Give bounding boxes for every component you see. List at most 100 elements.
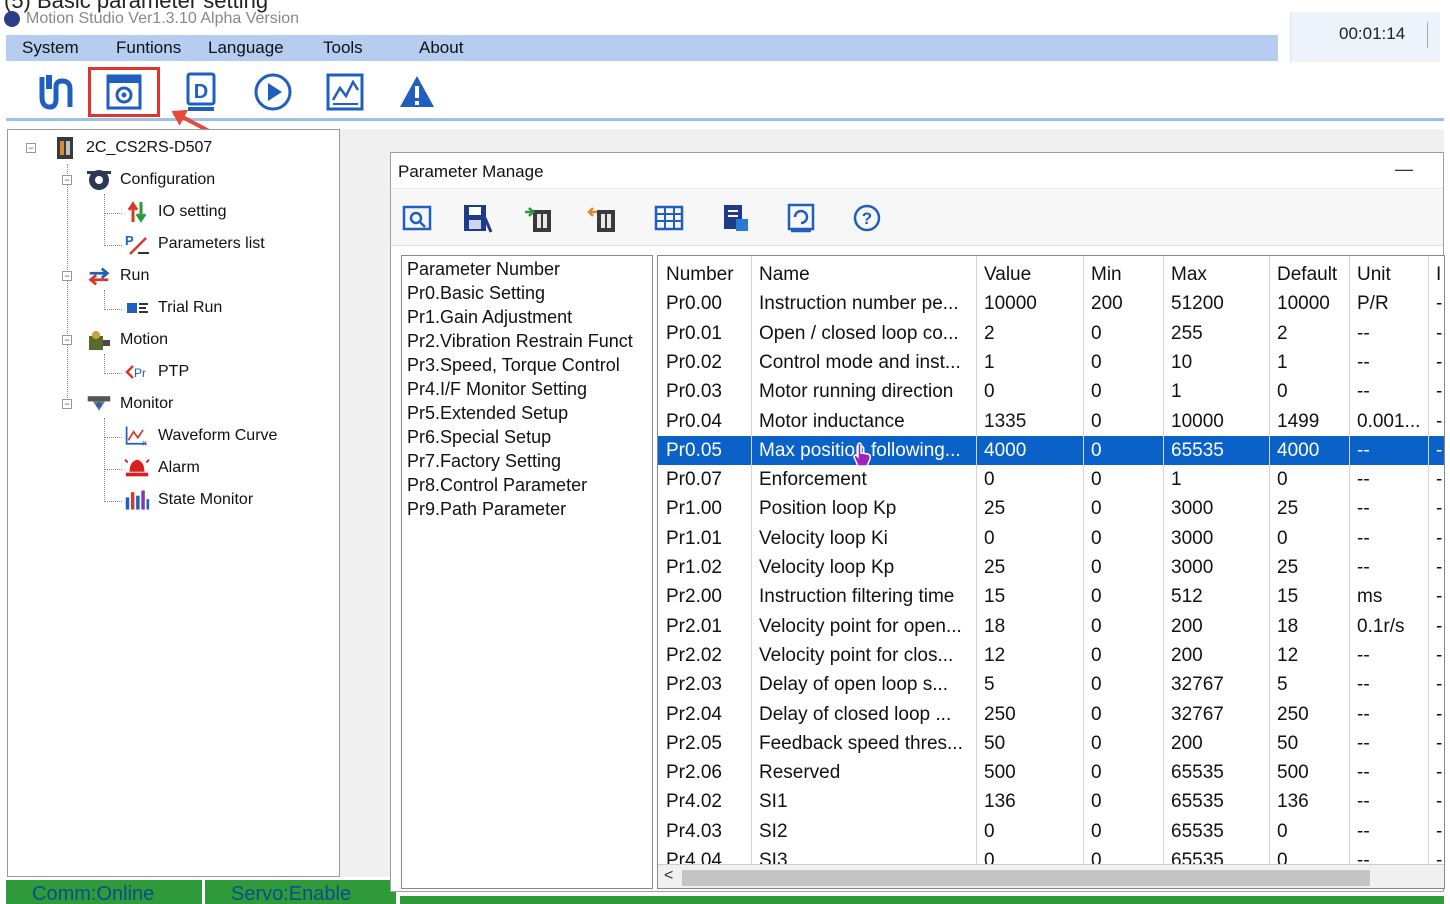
tree-item-motion[interactable]: Motion xyxy=(86,328,168,352)
group-item-pr8[interactable]: Pr8.Control Parameter xyxy=(407,475,587,496)
column-header-unit[interactable]: Unit xyxy=(1349,260,1428,289)
group-item-pr4[interactable]: Pr4.I/F Monitor Setting xyxy=(407,379,587,400)
column-header-default[interactable]: Default xyxy=(1269,260,1349,289)
table-cell-value[interactable]: 1335 xyxy=(976,407,1083,436)
group-item-pr2[interactable]: Pr2.Vibration Restrain Funct xyxy=(407,331,633,352)
upload-button[interactable] xyxy=(521,200,557,236)
table-cell-value[interactable]: 0 xyxy=(976,377,1083,406)
parameter-table[interactable]: Number Name Value Min Max Default Unit I Pr0.00 I… xyxy=(657,255,1445,889)
table-cell-value[interactable]: 500 xyxy=(976,758,1083,787)
group-item-pr5[interactable]: Pr5.Extended Setup xyxy=(407,403,568,424)
group-item-pr7[interactable]: Pr7.Factory Setting xyxy=(407,451,561,472)
table-cell-value[interactable]: 15 xyxy=(976,582,1083,611)
table-cell-extra: - xyxy=(1436,703,1443,725)
table-cell-unit: ms xyxy=(1357,586,1383,608)
tree-item-io-setting[interactable]: IO setting xyxy=(124,200,226,224)
group-item-pr6[interactable]: Pr6.Special Setup xyxy=(407,427,551,448)
tree-item-ptp[interactable]: Pr PTP xyxy=(124,360,189,384)
table-cell-value[interactable]: 25 xyxy=(976,553,1083,582)
parameter-group-list[interactable]: Parameter Number Pr0.Basic Setting Pr1.G… xyxy=(401,255,653,889)
table-cell-name: Open / closed loop co... xyxy=(759,322,959,344)
menu-tools[interactable]: Tools xyxy=(323,38,363,58)
open-file-icon xyxy=(402,205,432,231)
tree-item-monitor[interactable]: Monitor xyxy=(86,392,173,416)
column-header-min[interactable]: Min xyxy=(1083,260,1163,289)
table-cell-extra: - xyxy=(1436,557,1443,578)
table-cell-value[interactable]: 10000 xyxy=(976,289,1083,318)
tree-item-waveform-curve[interactable]: x Waveform Curve xyxy=(124,424,277,448)
table-cell-value[interactable]: 250 xyxy=(976,700,1083,729)
table-cell-value[interactable]: 4000 xyxy=(976,436,1083,465)
restore-button[interactable] xyxy=(783,200,819,236)
waveform-chart-button[interactable] xyxy=(322,69,368,115)
table-cell-number: Pr4.03 xyxy=(666,820,722,842)
table-cell-value[interactable]: 0 xyxy=(976,817,1083,846)
table-cell-value[interactable]: 2 xyxy=(976,319,1083,348)
table-cell-max: 200 xyxy=(1171,644,1203,666)
menu-about[interactable]: About xyxy=(419,38,463,58)
tree-item-parameters-list[interactable]: P Parameters list xyxy=(124,232,265,256)
horizontal-scrollbar[interactable]: < xyxy=(658,864,1444,888)
column-header-max[interactable]: Max xyxy=(1163,260,1269,289)
column-header-number[interactable]: Number xyxy=(658,260,751,289)
menu-language[interactable]: Language xyxy=(208,38,284,58)
motion-expander[interactable]: − xyxy=(62,335,72,345)
tree-item-configuration[interactable]: Configuration xyxy=(86,168,215,192)
table-cell-value[interactable]: 12 xyxy=(976,641,1083,670)
tree-item-state-monitor[interactable]: State Monitor xyxy=(124,488,253,512)
table-cell-number: Pr1.02 xyxy=(666,557,722,578)
save-button[interactable] xyxy=(459,200,495,236)
table-cell-default: 1499 xyxy=(1277,410,1320,432)
open-file-button[interactable] xyxy=(399,200,435,236)
download-button[interactable] xyxy=(585,200,621,236)
table-cell-extra: - xyxy=(1436,439,1443,461)
table-cell-extra: - xyxy=(1436,791,1443,813)
help-button[interactable]: ? xyxy=(849,200,885,236)
tree-root-device[interactable]: 2C_CS2RS-D507 xyxy=(52,136,212,160)
table-cell-max: 3000 xyxy=(1171,498,1214,520)
table-cell-value[interactable]: 0 xyxy=(976,465,1083,494)
root-expander[interactable]: − xyxy=(26,143,36,153)
tree-item-alarm[interactable]: Alarm xyxy=(124,456,200,480)
column-header-name[interactable]: Name xyxy=(751,260,976,289)
table-cell-unit: -- xyxy=(1357,381,1370,403)
group-item-pr1[interactable]: Pr1.Gain Adjustment xyxy=(407,307,572,328)
group-item-pr9[interactable]: Pr9.Path Parameter xyxy=(407,499,566,520)
run-expander[interactable]: − xyxy=(62,271,72,281)
minimize-button[interactable]: — xyxy=(1395,159,1413,180)
table-cell-name: Motor inductance xyxy=(759,410,905,432)
tree-item-run[interactable]: Run xyxy=(86,264,149,288)
table-cell-value[interactable]: 18 xyxy=(976,612,1083,641)
menu-system[interactable]: System xyxy=(22,38,79,58)
group-item-pr0[interactable]: Pr0.Basic Setting xyxy=(407,283,545,304)
table-button[interactable] xyxy=(651,200,687,236)
table-cell-number: Pr2.03 xyxy=(666,674,722,696)
export-button[interactable] xyxy=(717,200,753,236)
table-cell-max: 1 xyxy=(1171,381,1182,403)
help-icon: ? xyxy=(853,204,881,232)
table-cell-value[interactable]: 1 xyxy=(976,348,1083,377)
alarm-warning-button[interactable] xyxy=(394,69,440,115)
table-cell-value[interactable]: 5 xyxy=(976,670,1083,699)
run-play-button[interactable] xyxy=(250,69,296,115)
scroll-left-button[interactable]: < xyxy=(664,867,673,885)
table-cell-value[interactable]: 50 xyxy=(976,729,1083,758)
parameter-manage-button[interactable] xyxy=(88,67,160,117)
restore-icon xyxy=(787,203,815,233)
monitor-expander[interactable]: − xyxy=(62,399,72,409)
table-cell-value[interactable]: 0 xyxy=(976,524,1083,553)
column-header-value[interactable]: Value xyxy=(976,260,1083,289)
svg-text:?: ? xyxy=(862,209,872,228)
menu-functions[interactable]: Funtions xyxy=(116,38,181,58)
column-header-extra[interactable]: I xyxy=(1428,260,1444,289)
table-cell-value[interactable]: 25 xyxy=(976,494,1083,523)
state-monitor-bars-icon xyxy=(124,488,150,512)
tree-item-label: Run xyxy=(120,267,150,284)
table-cell-value[interactable]: 136 xyxy=(976,787,1083,816)
servo-config-button[interactable] xyxy=(34,69,80,115)
tree-item-label: Monitor xyxy=(120,395,174,412)
tree-item-trial-run[interactable]: Trial Run xyxy=(124,296,222,320)
configuration-expander[interactable]: − xyxy=(62,175,72,185)
scroll-thumb[interactable] xyxy=(682,870,1370,886)
group-item-pr3[interactable]: Pr3.Speed, Torque Control xyxy=(407,355,620,376)
